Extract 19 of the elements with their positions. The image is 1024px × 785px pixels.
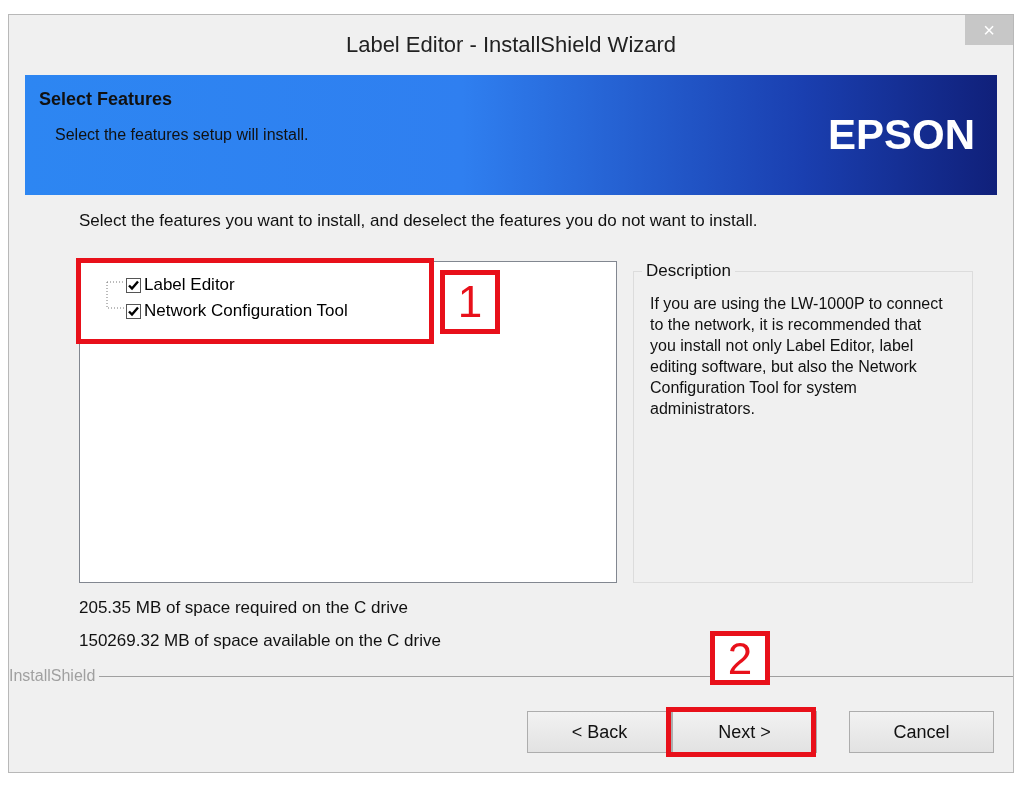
checkbox[interactable]	[126, 303, 141, 319]
callout-number: 1	[440, 270, 500, 334]
logo: EPSON	[827, 111, 975, 159]
wizard-button[interactable]: Next >	[672, 711, 817, 753]
group-title: Description	[645, 261, 733, 281]
page-title: Select Features	[39, 89, 174, 110]
disk-space-text: 150269.32 MB of space available on the C drive	[79, 630, 441, 652]
tree-item[interactable]: Network Configuration Tool	[126, 298, 348, 324]
checkbox[interactable]	[126, 277, 141, 293]
tree-item[interactable]: Label Editor	[126, 272, 348, 298]
window-title: Label Editor - InstallShield Wizard	[345, 32, 677, 58]
description-text: If you are using the LW-1000P to connect to the network, it is recommended that you install not only Label Editor, label editing software, but also the Network Configuration Tool for system administrators.	[650, 294, 944, 419]
disk-space-text: 205.35 MB of space required on the C drive	[79, 597, 408, 619]
instruction-text: Select the features you want to install, and deselect the features you do not want to install.	[79, 211, 759, 231]
page-subtitle: Select the features setup will install.	[54, 126, 309, 144]
wizard-button[interactable]: Cancel	[849, 711, 994, 753]
brand-label: InstallShield	[9, 667, 97, 685]
wizard-button[interactable]: < Back	[527, 711, 672, 753]
callout-number: 2	[710, 631, 770, 685]
